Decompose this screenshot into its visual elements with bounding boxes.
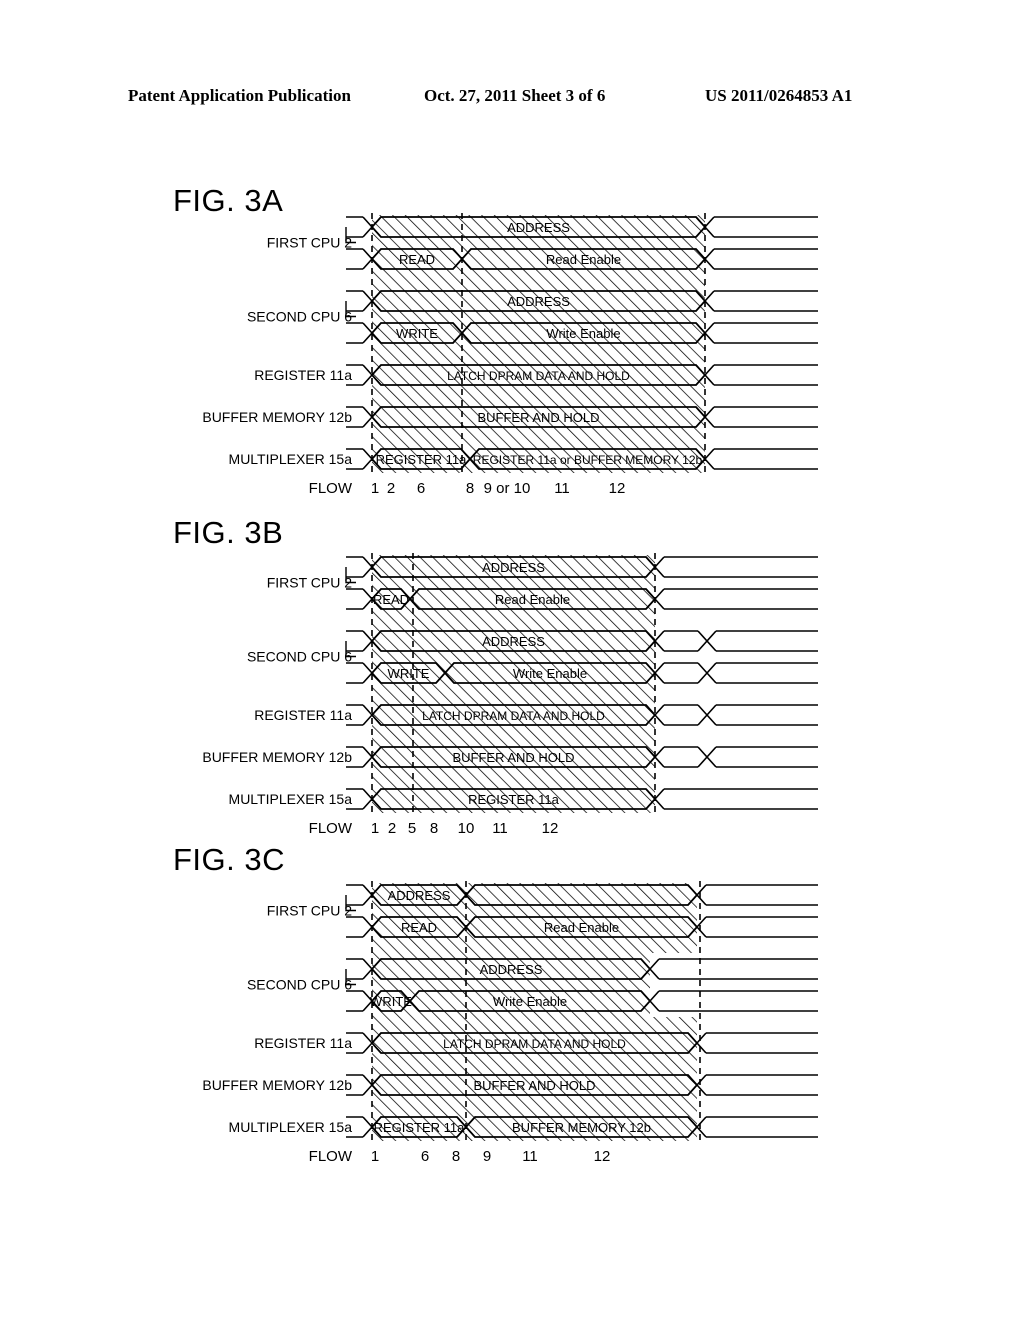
flow-step-number: 6 — [421, 1148, 429, 1165]
header-date-sheet: Oct. 27, 2011 Sheet 3 of 6 — [424, 86, 606, 105]
page-header: Patent Application Publication Oct. 27, … — [0, 86, 1024, 112]
flow-step-number: 5 — [408, 820, 416, 837]
flow-step-number: 12 — [594, 1148, 611, 1165]
bus-segment-label: LATCH DPRAM DATA AND HOLD — [447, 369, 630, 383]
figure-3c-diagram: ADDRESS FIRST CPU 2 READ Read Enable ADDRESS… — [0, 873, 1024, 1173]
signal-row-multiplexer: REGISTER 11a BUFFER MEMORY 12b — [346, 1116, 818, 1138]
flow-axis-label: FLOW — [309, 480, 353, 497]
flow-step-number: 11 — [492, 820, 508, 837]
flow-step-number: 9 — [483, 1148, 491, 1165]
flow-step-number: 2 — [388, 820, 396, 837]
flow-step-number: 11 — [522, 1148, 538, 1165]
flow-step-number: 6 — [417, 480, 425, 497]
row-label-buffer: BUFFER MEMORY 12b — [202, 1077, 352, 1093]
flow-step-number: 1 — [371, 480, 379, 497]
figure-3b-diagram: ADDRESS FIRST CPU 2 READ Read Enable ADDRESS… — [0, 545, 1024, 845]
bus-segment-label: Write Enable — [546, 326, 620, 341]
flow-step-number: 8 — [452, 1148, 460, 1165]
header-patent-number: US 2011/0264853 A1 — [705, 86, 853, 105]
bus-segment-label: BUFFER AND HOLD — [473, 1078, 595, 1093]
flow-axis-label: FLOW — [309, 1148, 353, 1165]
bus-segment-label: WRITE — [396, 326, 438, 341]
row-label-register: REGISTER 11a — [254, 367, 352, 383]
row-label-buffer: BUFFER MEMORY 12b — [202, 749, 352, 765]
row-label-buffer: BUFFER MEMORY 12b — [202, 409, 352, 425]
bus-segment-label: REGISTER 11a — [468, 792, 560, 807]
row-label-register: REGISTER 11a — [254, 707, 352, 723]
bus-segment-label: REGISTER 11a — [374, 1120, 466, 1135]
bus-segment-label: LATCH DPRAM DATA AND HOLD — [443, 1037, 626, 1051]
row-label-multiplexer: MULTIPLEXER 15a — [229, 1119, 353, 1135]
row-label-multiplexer: MULTIPLEXER 15a — [229, 451, 353, 467]
flow-step-number: 1 — [371, 1148, 379, 1165]
bus-segment-label: LATCH DPRAM DATA AND HOLD — [422, 709, 605, 723]
bus-segment-label: Read Enable — [546, 252, 621, 267]
bus-segment-label: Write Enable — [493, 994, 567, 1009]
flow-axis-label: FLOW — [309, 820, 353, 837]
row-label-address: SECOND CPU 6 — [247, 977, 352, 993]
flow-step-number: 11 — [554, 480, 570, 497]
bus-segment-label: READ — [401, 920, 437, 935]
bus-segment-label: READ — [373, 592, 409, 607]
bus-segment-label: Write Enable — [513, 666, 587, 681]
bus-segment-label: ADDRESS — [482, 634, 545, 649]
flow-step-number: 9 or 10 — [484, 480, 531, 497]
flow-step-number: 12 — [542, 820, 559, 837]
flow-step-number: 10 — [458, 820, 475, 837]
bus-segment-label: WRITE — [388, 666, 430, 681]
patent-drawing-page: Patent Application Publication Oct. 27, … — [0, 0, 1024, 1320]
hatch-mask — [650, 953, 710, 1017]
bus-segment-label: ADDRESS — [507, 294, 570, 309]
flow-step-number: 8 — [466, 480, 474, 497]
signal-row-write: WRITE Write Enable — [346, 322, 818, 344]
flow-step-number: 8 — [430, 820, 438, 837]
bus-segment-label: BUFFER AND HOLD — [477, 410, 599, 425]
bus-segment-label: ADDRESS — [507, 220, 570, 235]
header-publication: Patent Application Publication — [128, 86, 351, 105]
bus-segment-label: BUFFER AND HOLD — [452, 750, 574, 765]
bus-segment-label: REGISTER 11a — [376, 452, 468, 467]
flow-step-number: 2 — [387, 480, 395, 497]
bus-segment-label: REGISTER 11a or BUFFER MEMORY 12b — [473, 453, 703, 467]
signal-row-read: READ Read Enable — [346, 916, 818, 938]
bus-segment-label: ADDRESS — [388, 888, 451, 903]
row-label-address: SECOND CPU 6 — [247, 649, 352, 665]
bus-segment-label: Read Enable — [495, 592, 570, 607]
flow-step-number: 12 — [609, 480, 626, 497]
signal-row-read: READ Read Enable — [346, 248, 818, 270]
flow-step-number: 1 — [371, 820, 379, 837]
row-label-address: FIRST CPU 2 — [267, 903, 353, 919]
bus-segment-label: BUFFER MEMORY 12b — [512, 1120, 651, 1135]
row-label-multiplexer: MULTIPLEXER 15a — [229, 791, 353, 807]
figure-3a-diagram: ADDRESS FIRST CPU 2 READ Read Enable ADDRESS… — [0, 205, 1024, 505]
bus-segment-label: ADDRESS — [482, 560, 545, 575]
row-label-address: SECOND CPU 6 — [247, 309, 352, 325]
bus-segment-label: ADDRESS — [480, 962, 543, 977]
row-label-register: REGISTER 11a — [254, 1035, 352, 1051]
signal-row-write: WRITE Write Enable — [346, 662, 818, 684]
bus-segment-label: Read Enable — [544, 920, 619, 935]
row-label-address: FIRST CPU 2 — [267, 575, 353, 591]
bus-segment-label: READ — [399, 252, 435, 267]
row-label-address: FIRST CPU 2 — [267, 235, 353, 251]
